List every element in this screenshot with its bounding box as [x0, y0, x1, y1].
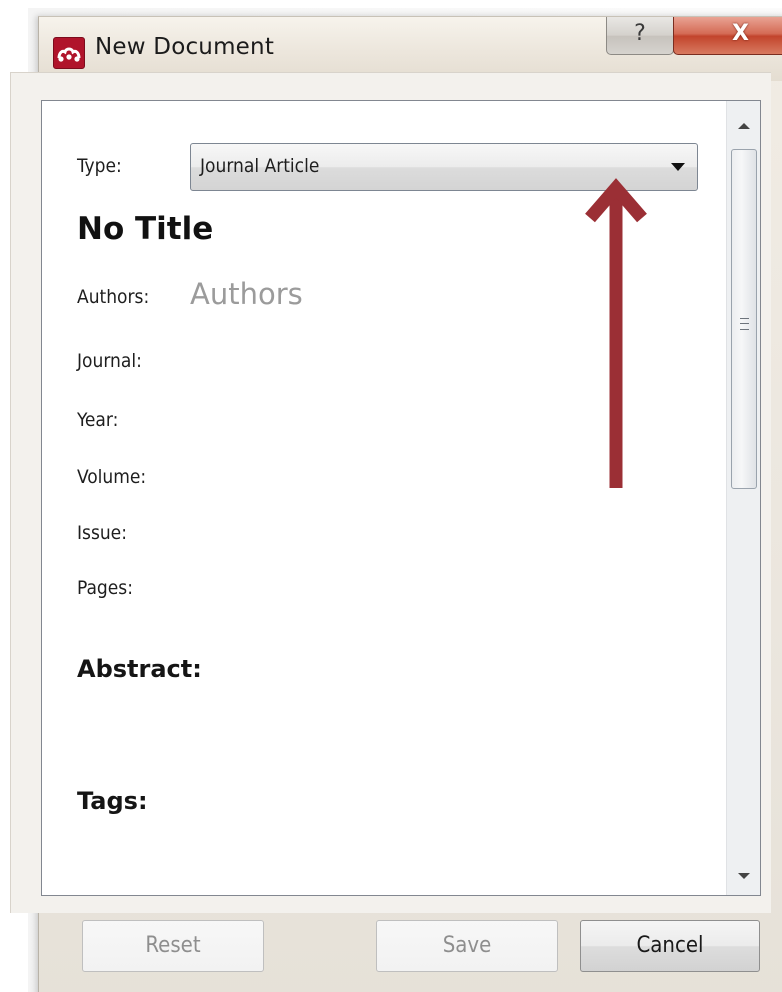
scrollbar-thumb[interactable]: [731, 149, 757, 489]
save-button[interactable]: Save: [376, 920, 558, 972]
help-button[interactable]: ?: [606, 17, 674, 55]
vertical-scrollbar[interactable]: [726, 101, 760, 895]
volume-label: Volume:: [77, 466, 147, 488]
tags-heading: Tags:: [77, 787, 148, 815]
annotation-arrow-icon: [585, 178, 647, 488]
chevron-up-icon[interactable]: [738, 123, 750, 129]
issue-label: Issue:: [77, 522, 127, 544]
mendeley-logo-icon: [53, 37, 85, 69]
cancel-button[interactable]: Cancel: [580, 920, 760, 972]
grip-icon: [740, 318, 749, 330]
journal-label: Journal:: [77, 350, 142, 372]
type-dropdown-value: Journal Article: [200, 155, 320, 177]
window-title: New Document: [95, 34, 275, 60]
year-label: Year:: [77, 409, 119, 431]
document-title-field[interactable]: No Title: [77, 211, 213, 247]
close-button[interactable]: X: [673, 17, 782, 55]
type-label: Type:: [77, 155, 122, 177]
authors-label: Authors:: [77, 286, 150, 308]
chevron-down-icon[interactable]: [738, 873, 750, 879]
pages-label: Pages:: [77, 577, 133, 599]
abstract-heading: Abstract:: [77, 655, 202, 683]
reset-button[interactable]: Reset: [82, 920, 264, 972]
caret-down-icon: [671, 163, 685, 171]
authors-field[interactable]: Authors: [190, 277, 303, 311]
screen: New Document ? X Type: Journal Article N…: [0, 0, 782, 992]
